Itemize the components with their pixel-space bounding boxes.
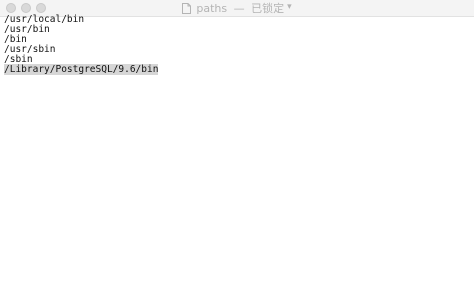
text-editor-content[interactable]: /usr/local/bin /usr/bin /bin /usr/sbin /… [4, 15, 470, 301]
document-icon [182, 2, 192, 14]
text-editor-window: paths — 已锁定 ▾ /usr/local/bin /usr/bin /b… [0, 0, 474, 305]
selected-text-line[interactable]: /Library/PostgreSQL/9.6/bin [4, 63, 470, 75]
chevron-down-icon[interactable]: ▾ [287, 2, 292, 12]
window-title: paths [196, 2, 228, 15]
title-separator: — [233, 2, 245, 15]
text-line[interactable]: /bin [4, 34, 470, 45]
text-line[interactable]: /usr/sbin [4, 44, 470, 55]
text-line[interactable]: /usr/local/bin [4, 15, 470, 25]
text-line[interactable]: /usr/bin [4, 24, 470, 35]
document-status: 已锁定 [251, 2, 285, 15]
